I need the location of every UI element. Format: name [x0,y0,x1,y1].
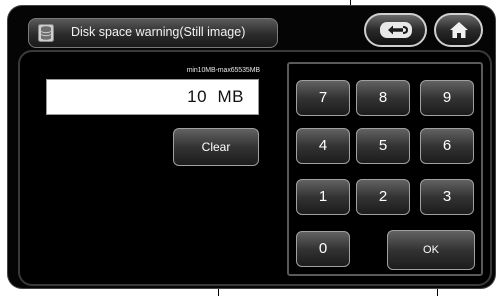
clear-button[interactable]: Clear [173,128,259,166]
key-2[interactable]: 2 [356,179,410,215]
back-button[interactable] [364,13,427,47]
title-bar: Disk space warning(Still image) [28,18,278,48]
home-icon [449,22,468,38]
key-9[interactable]: 9 [420,80,474,116]
key-5[interactable]: 5 [356,128,410,164]
key-7[interactable]: 7 [296,80,350,116]
key-4[interactable]: 4 [296,128,350,164]
screen: Disk space warning(Still image) min10MB-… [0,0,499,296]
value-field[interactable]: 10 MB [46,79,259,115]
value-number: 10 [187,87,208,106]
key-0[interactable]: 0 [296,231,350,267]
key-8[interactable]: 8 [356,80,410,116]
key-1[interactable]: 1 [296,179,350,215]
window-title: Disk space warning(Still image) [71,25,246,39]
return-arrow-icon [379,22,412,38]
range-label: min10MB-max65535MB [186,67,260,74]
ok-button[interactable]: OK [387,230,475,270]
value-unit: MB [217,87,244,106]
key-3[interactable]: 3 [420,179,474,215]
value-text: 10 MB [187,87,244,107]
disk-stack-icon [38,24,54,42]
key-6[interactable]: 6 [420,128,474,164]
home-button[interactable] [434,13,483,47]
